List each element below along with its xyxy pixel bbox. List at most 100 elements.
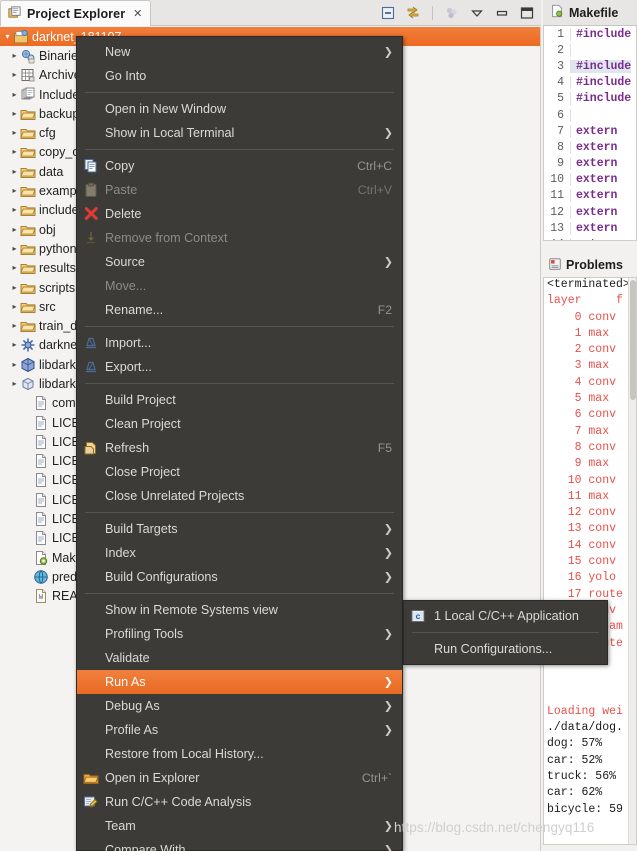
link-with-editor-icon[interactable] (405, 5, 421, 21)
run-as-submenu[interactable]: c 1 Local C/C++ Application Run Configurat… (403, 600, 608, 665)
tab-project-explorer[interactable]: Project Explorer ✕ (0, 0, 152, 26)
console-view: Problems <terminated> layer f 0 conv 1 ma… (543, 253, 637, 845)
chevron-right-icon[interactable]: ▸ (9, 187, 20, 195)
menu-item-1-local-c-c++-application[interactable]: c 1 Local C/C++ Application (404, 604, 607, 628)
chevron-right-icon[interactable]: ▸ (9, 341, 20, 349)
chevron-right-icon[interactable]: ▸ (9, 379, 20, 388)
console-line: 3 max (547, 359, 610, 373)
chevron-right-icon[interactable]: ▸ (9, 225, 20, 234)
menu-separator (85, 149, 394, 150)
chevron-right-icon[interactable]: ▸ (9, 360, 20, 369)
console-line: 7 max (547, 424, 610, 438)
chevron-down-icon[interactable]: ▾ (2, 32, 13, 41)
menu-item-refresh[interactable]: Refresh F5 (77, 436, 402, 460)
maximize-icon[interactable] (519, 5, 535, 21)
menu-item-build-project[interactable]: Build Project (77, 388, 402, 412)
menu-item-delete[interactable]: Delete (77, 202, 402, 226)
menu-item-run-c-c++-code-analysis[interactable]: Run C/C++ Code Analysis (77, 790, 402, 814)
menu-item-label: Run C/C++ Code Analysis (105, 795, 252, 809)
chevron-right-icon[interactable]: ▸ (9, 244, 20, 253)
chevron-right-icon[interactable]: ▸ (9, 109, 20, 118)
menu-item-label: Run Configurations... (434, 642, 553, 656)
chevron-right-icon[interactable]: ▸ (9, 90, 20, 99)
console-scrollbar[interactable] (628, 278, 636, 844)
menu-item-label: Clean Project (105, 417, 181, 431)
delete-icon (83, 206, 99, 222)
menu-item-open-in-explorer[interactable]: Open in Explorer Ctrl+` (77, 766, 402, 790)
chevron-right-icon[interactable]: ▸ (9, 129, 20, 137)
menu-item-shortcut: Ctrl+V (357, 183, 392, 197)
console-output-line: car: 52% (547, 753, 603, 767)
menu-item-run-configurations[interactable]: Run Configurations... (404, 637, 607, 661)
chevron-right-icon[interactable]: ▸ (9, 264, 20, 272)
focus-on-active-task-icon[interactable] (444, 5, 460, 21)
export-icon (83, 359, 99, 375)
menu-item-profiling-tools[interactable]: Profiling Tools ❯ (77, 622, 402, 646)
menu-separator (412, 632, 599, 633)
menu-item-clean-project[interactable]: Clean Project (77, 412, 402, 436)
menu-item-restore-from-local-history[interactable]: Restore from Local History... (77, 742, 402, 766)
chevron-right-icon[interactable]: ▸ (9, 71, 20, 79)
code-line: 6 (544, 107, 636, 123)
code-text: #include (576, 27, 632, 41)
chevron-right-icon[interactable]: ▸ (9, 206, 20, 214)
chevron-right-icon[interactable]: ▸ (9, 148, 20, 156)
chevron-right-icon[interactable]: ▸ (9, 302, 20, 311)
console-line: 11 max (547, 489, 610, 503)
minimize-icon[interactable] (494, 5, 510, 21)
c-project-icon (13, 29, 29, 45)
menu-item-close-project[interactable]: Close Project (77, 460, 402, 484)
menu-item-label: Show in Remote Systems view (105, 603, 278, 617)
menu-item-show-in-local-terminal[interactable]: Show in Local Terminal ❯ (77, 121, 402, 145)
view-menu-icon[interactable] (469, 5, 485, 21)
chevron-right-icon: ❯ (383, 627, 393, 641)
menu-item-new[interactable]: New ❯ (77, 40, 402, 64)
markdown-icon: W (33, 588, 49, 604)
console-line: 6 conv (547, 408, 617, 422)
menu-item-index[interactable]: Index ❯ (77, 541, 402, 565)
menu-item-show-in-remote-systems-view[interactable]: Show in Remote Systems view (77, 598, 402, 622)
tree-item-label: darknet (39, 338, 81, 353)
console-output-line: truck: 56% (547, 770, 617, 784)
chevron-right-icon[interactable]: ▸ (9, 283, 20, 292)
menu-item-copy[interactable]: Copy Ctrl+C (77, 154, 402, 178)
menu-item-run-as[interactable]: Run As ❯ (77, 670, 402, 694)
menu-item-build-configurations[interactable]: Build Configurations ❯ (77, 565, 402, 589)
menu-item-close-unrelated-projects[interactable]: Close Unrelated Projects (77, 484, 402, 508)
collapse-all-icon[interactable] (380, 5, 396, 21)
menu-item-go-into[interactable]: Go Into (77, 64, 402, 88)
console-output[interactable]: <terminated> layer f 0 conv 1 max 2 conv … (543, 277, 637, 845)
menu-item-validate[interactable]: Validate (77, 646, 402, 670)
menu-item-team[interactable]: Team ❯ (77, 814, 402, 838)
line-number: 13 (544, 221, 571, 235)
menu-item-export[interactable]: Export... (77, 355, 402, 379)
chevron-right-icon[interactable]: ▸ (9, 51, 20, 60)
console-line: layer f (547, 294, 623, 308)
makefile-editor[interactable]: 1 #include 2 3 #include 4 #include 5 #include 6 7 e… (543, 26, 637, 241)
file-icon (33, 395, 49, 411)
file-icon (33, 530, 49, 546)
code-text: #include (576, 76, 632, 90)
project-explorer-icon (7, 5, 22, 23)
file-icon (33, 472, 49, 488)
tab-label-makefile[interactable]: Makefile (569, 6, 618, 20)
project-context-menu[interactable]: New ❯ Go Into Open in New Window Show in Loc… (76, 36, 403, 851)
code-line: 3 #include (544, 58, 636, 74)
code-text: extern (576, 205, 618, 219)
menu-item-rename[interactable]: Rename... F2 (77, 298, 402, 322)
paste-icon (83, 182, 99, 198)
menu-item-label: Index (105, 546, 136, 560)
menu-item-open-in-new-window[interactable]: Open in New Window (77, 97, 402, 121)
tab-label-problems[interactable]: Problems (566, 258, 623, 272)
menu-item-profile-as[interactable]: Profile As ❯ (77, 718, 402, 742)
menu-item-build-targets[interactable]: Build Targets ❯ (77, 517, 402, 541)
chevron-right-icon[interactable]: ▸ (9, 167, 20, 176)
menu-item-debug-as[interactable]: Debug As ❯ (77, 694, 402, 718)
menu-item-source[interactable]: Source ❯ (77, 250, 402, 274)
code-text: #include (571, 59, 632, 73)
menu-item-compare-with[interactable]: Compare With ❯ (77, 838, 402, 851)
console-output-line: ./data/dog. (547, 721, 623, 735)
chevron-right-icon[interactable]: ▸ (9, 322, 20, 330)
close-icon[interactable]: ✕ (133, 7, 142, 20)
menu-item-import[interactable]: Import... (77, 331, 402, 355)
